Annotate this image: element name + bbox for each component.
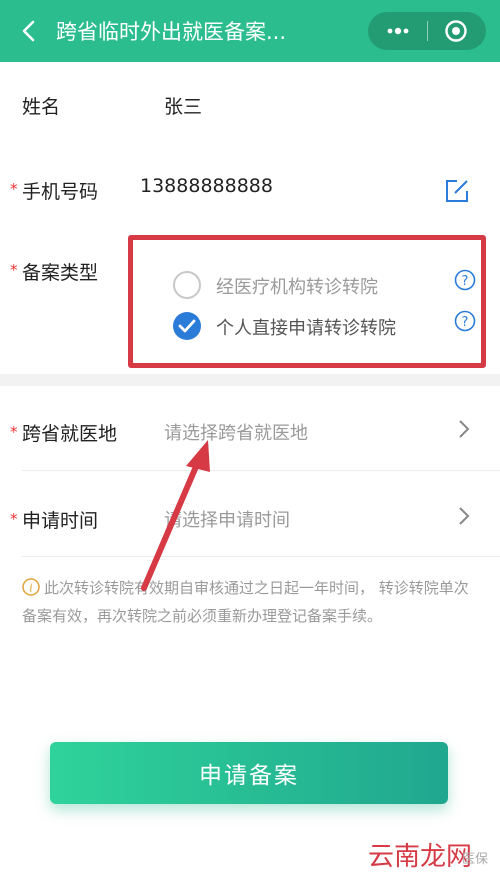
chevron-right-icon[interactable] (456, 505, 472, 527)
watermark-caption: 医保 (462, 852, 489, 867)
more-icon[interactable] (384, 20, 412, 42)
name-value: 张三 (164, 96, 203, 118)
capsule-divider (427, 21, 428, 41)
close-icon[interactable] (444, 19, 468, 43)
row-divider (22, 556, 500, 557)
notice-text: 此次转诊转院有效期自审核通过之日起一年时间， 转诊转院单次备案有效，再次转院之前… (22, 579, 469, 625)
phone-label: 手机号码 (22, 181, 99, 203)
back-icon[interactable] (16, 18, 42, 44)
section-separator (0, 374, 500, 386)
location-label: 跨省就医地 (22, 423, 118, 445)
required-star: * (10, 180, 18, 198)
phone-value[interactable]: 13888888888 (140, 175, 273, 197)
title-bar: 跨省临时外出就医备案... (0, 0, 500, 62)
location-select[interactable]: 请选择跨省就医地 (164, 419, 308, 445)
time-select[interactable]: 请选择申请时间 (164, 506, 290, 532)
required-star: * (10, 423, 18, 441)
page-title: 跨省临时外出就医备案... (56, 20, 287, 44)
edit-icon[interactable] (444, 178, 470, 204)
chevron-right-icon[interactable] (456, 418, 472, 440)
submit-button[interactable]: 申请备案 (50, 742, 448, 804)
highlight-annotation-box (128, 235, 486, 368)
row-divider (22, 470, 500, 471)
watermark-logo: 云南龙网 (368, 842, 473, 872)
name-label: 姓名 (22, 96, 61, 118)
mini-program-capsule (368, 12, 486, 50)
time-label: 申请时间 (22, 510, 99, 532)
required-star: * (10, 261, 18, 279)
record-type-label: 备案类型 (22, 262, 99, 284)
required-star: * (10, 510, 18, 528)
